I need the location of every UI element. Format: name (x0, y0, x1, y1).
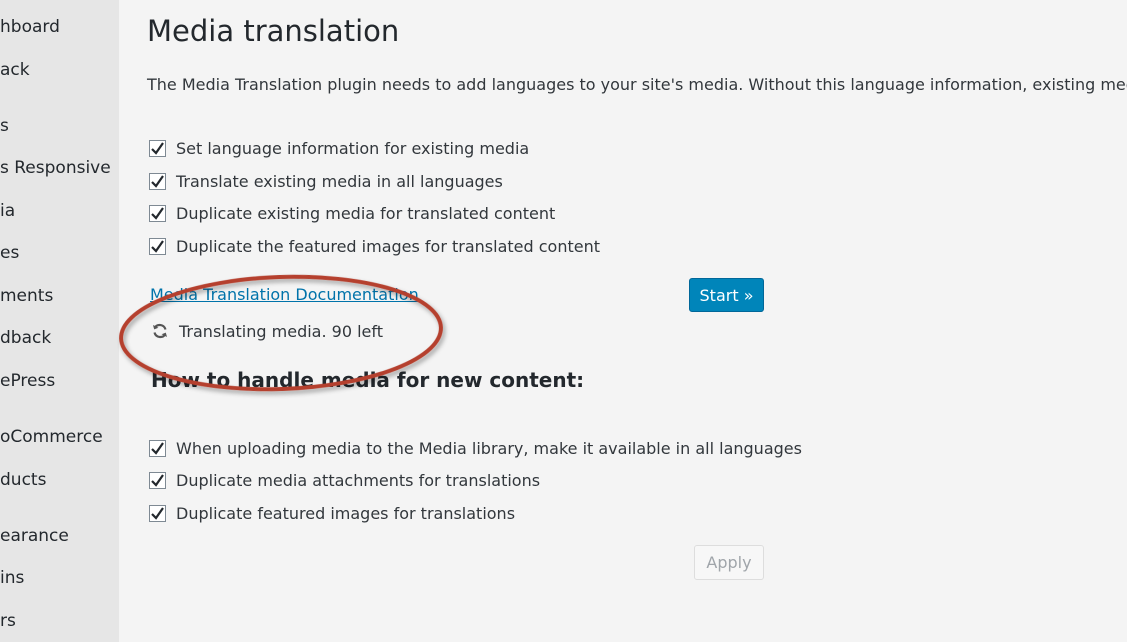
sidebar-item-pages[interactable]: es (0, 243, 19, 263)
checkmark-icon (151, 239, 164, 253)
checkmark-icon (151, 473, 164, 487)
page-title: Media translation (147, 14, 400, 48)
checkbox-upload-all-languages[interactable] (149, 439, 166, 457)
checkmark-icon (151, 206, 164, 220)
sidebar-item-wpml[interactable]: ePress (0, 371, 55, 391)
documentation-link[interactable]: Media Translation Documentation (150, 285, 419, 304)
main-content: Media translation The Media Translation … (119, 0, 1127, 642)
start-button[interactable]: Start » (689, 278, 764, 312)
sidebar-item-woocommerce[interactable]: oCommerce (0, 427, 103, 447)
checkmark-icon (151, 441, 164, 455)
sidebar-item-users[interactable]: rs (0, 611, 16, 631)
option-label: Duplicate media attachments for translat… (176, 470, 541, 490)
sidebar-item-jetpack[interactable]: ack (0, 60, 30, 80)
sidebar-item-posts[interactable]: s (0, 116, 9, 136)
option-duplicate-featured[interactable]: Duplicate the featured images for transl… (149, 235, 600, 257)
option-label: Duplicate existing media for translated … (176, 203, 556, 223)
checkbox-duplicate-existing[interactable] (149, 204, 166, 222)
checkbox-set-language[interactable] (149, 139, 166, 157)
checkmark-icon (151, 141, 164, 155)
checkmark-icon (151, 174, 164, 188)
sidebar-item-appearance[interactable]: earance (0, 526, 69, 546)
status-text: Translating media. 90 left (179, 321, 383, 341)
sidebar-item-feedback[interactable]: dback (0, 328, 51, 348)
option-upload-all-languages[interactable]: When uploading media to the Media librar… (149, 437, 802, 459)
option-label: When uploading media to the Media librar… (176, 438, 802, 458)
checkbox-duplicate-featured[interactable] (149, 237, 166, 255)
option-set-language[interactable]: Set language information for existing me… (149, 137, 529, 159)
checkmark-icon (151, 506, 164, 520)
option-label: Set language information for existing me… (176, 138, 530, 158)
admin-sidebar: hboard ack s s Responsive ia es ments db… (0, 0, 119, 642)
sidebar-item-plugins[interactable]: ins (0, 568, 24, 588)
option-duplicate-existing[interactable]: Duplicate existing media for translated … (149, 202, 555, 224)
sidebar-item-dashboard[interactable]: hboard (0, 17, 60, 37)
translation-status: Translating media. 90 left (150, 320, 383, 342)
intro-text: The Media Translation plugin needs to ad… (147, 75, 1127, 94)
checkbox-translate-existing[interactable] (149, 172, 166, 190)
sidebar-item-products[interactable]: ducts (0, 470, 46, 490)
option-translate-existing[interactable]: Translate existing media in all language… (149, 170, 503, 192)
option-duplicate-featured-new[interactable]: Duplicate featured images for translatio… (149, 502, 515, 524)
checkbox-duplicate-attachments[interactable] (149, 471, 166, 489)
option-label: Duplicate the featured images for transl… (176, 236, 601, 256)
sidebar-item-responsive[interactable]: s Responsive (0, 158, 111, 178)
sidebar-item-media[interactable]: ia (0, 201, 15, 221)
checkbox-duplicate-featured-new[interactable] (149, 504, 166, 522)
option-label: Translate existing media in all language… (176, 171, 503, 191)
option-label: Duplicate featured images for translatio… (176, 503, 516, 523)
apply-button[interactable]: Apply (694, 545, 764, 580)
new-content-heading: How to handle media for new content: (151, 368, 585, 392)
refresh-icon (153, 323, 167, 339)
option-duplicate-attachments[interactable]: Duplicate media attachments for translat… (149, 469, 540, 491)
sidebar-item-comments[interactable]: ments (0, 286, 53, 306)
